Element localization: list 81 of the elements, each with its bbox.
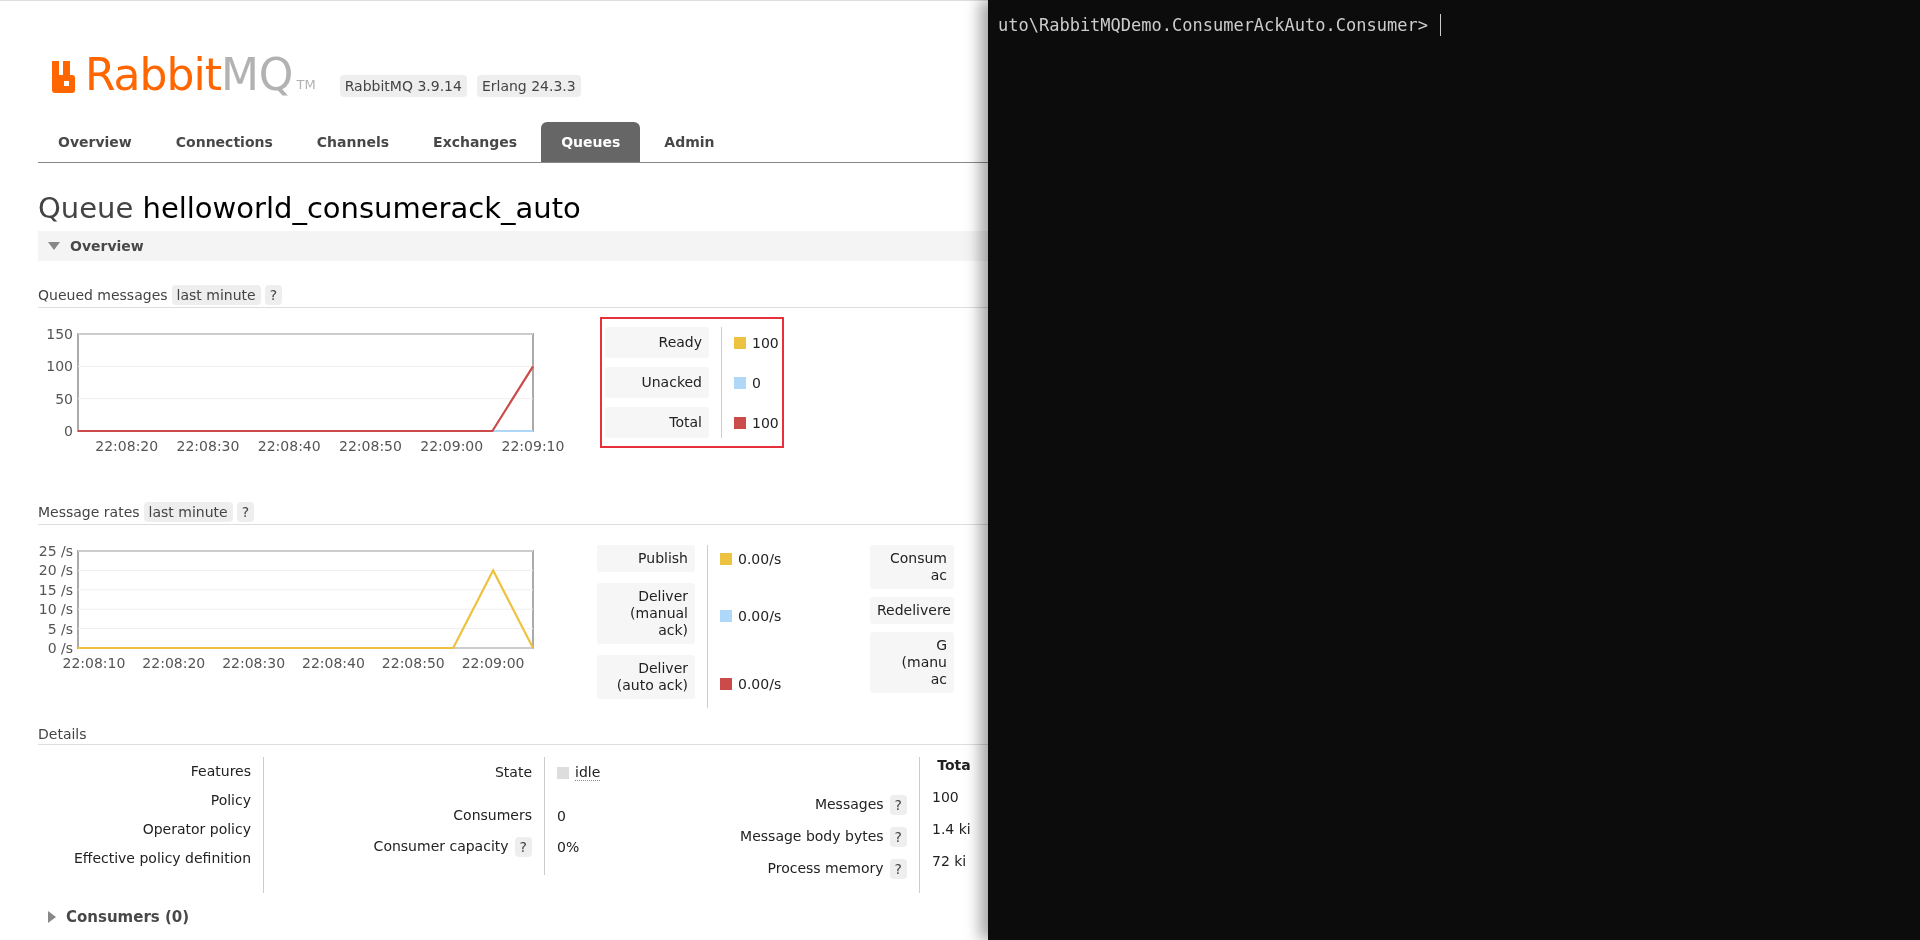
detail-label: Messages	[814, 795, 884, 814]
x-tick-label: 22:08:40	[257, 438, 321, 453]
state-value: idle	[575, 764, 601, 781]
nav-tab[interactable]: Admin	[644, 122, 735, 162]
legend-label: Publish	[597, 545, 695, 572]
range-button[interactable]: last minute	[143, 502, 233, 522]
text-cursor	[1439, 14, 1441, 36]
page-title-kind: Queue	[38, 191, 134, 225]
nav-tab[interactable]: Exchanges	[413, 122, 538, 162]
x-tick-label: 22:08:50	[339, 438, 402, 453]
x-tick-label: 22:08:30	[176, 438, 240, 453]
detail-label: Features	[190, 762, 251, 781]
x-tick-label: 22:08:20	[142, 655, 206, 670]
detail-value: 100	[932, 788, 959, 805]
column-header: Tota	[936, 757, 971, 773]
nav-tab[interactable]: Channels	[296, 122, 410, 162]
x-tick-label: 22:09:10	[501, 438, 565, 453]
x-tick-label: 22:08:50	[381, 655, 445, 670]
help-button[interactable]: ?	[889, 858, 907, 879]
section-toggle[interactable]: Consumers (0)	[48, 908, 190, 926]
legend-value: 0	[752, 374, 761, 391]
rabbitmq-logo: RabbitMQ TM	[52, 53, 316, 97]
legend-value: 0.00/s	[738, 676, 782, 692]
legend-label: Redelivere	[870, 597, 954, 624]
detail-label: Policy	[210, 791, 251, 810]
y-tick-label: 10 /s	[38, 601, 73, 618]
version-badge: RabbitMQ 3.9.14	[339, 75, 467, 97]
x-tick-label: 22:09:00	[420, 438, 484, 453]
legend-value: 0.00/s	[738, 550, 782, 567]
detail-label: State	[494, 763, 532, 782]
legend-value: 100	[752, 414, 779, 431]
y-tick-label: 20 /s	[38, 562, 73, 579]
detail-label: Operator policy	[142, 820, 251, 839]
legend-label: Unacked	[605, 367, 709, 398]
detail-label: Effective policy definition	[73, 849, 251, 868]
nav-tab[interactable]: Queues	[541, 122, 641, 162]
range-button[interactable]: last minute	[171, 285, 261, 305]
help-button[interactable]: ?	[889, 794, 907, 815]
legend-label: Total	[605, 407, 709, 438]
legend-value: 100	[752, 334, 779, 351]
queue-name: helloworld_consumerack_auto	[142, 191, 581, 225]
detail-label: Consumer capacity	[373, 837, 509, 856]
detail-label: Process memory	[767, 859, 884, 878]
detail-label: Message body bytes	[740, 827, 884, 846]
y-tick-label: 0	[64, 423, 73, 439]
x-tick-label: 22:08:40	[302, 655, 365, 670]
version-badge: Erlang 24.3.3	[476, 75, 581, 97]
nav-tab[interactable]: Connections	[155, 122, 293, 162]
y-tick-label: 150	[46, 328, 73, 342]
section-label: Message rates	[38, 504, 140, 520]
state-indicator-icon	[557, 766, 569, 779]
detail-label: Consumers	[453, 806, 532, 825]
x-tick-label: 22:08:30	[222, 655, 286, 670]
legend-value: 0.00/s	[738, 608, 782, 624]
section-label: Queued messages	[38, 287, 168, 303]
detail-value: 0%	[557, 838, 580, 855]
legend-label: Ready	[605, 327, 709, 358]
nav-tab[interactable]: Overview	[38, 122, 152, 162]
detail-value: 0	[557, 807, 566, 824]
legend-label: Deliver (manual ack)	[597, 583, 695, 644]
x-tick-label: 22:09:00	[461, 655, 525, 670]
detail-value: 1.4 ki	[932, 820, 971, 837]
y-tick-label: 50	[55, 390, 73, 407]
help-button[interactable]: ?	[264, 285, 283, 305]
help-button[interactable]: ?	[889, 826, 907, 847]
x-tick-label: 22:08:20	[95, 438, 159, 453]
terminal-prompt: uto\RabbitMQDemo.ConsumerAckAuto.Consumer>	[998, 15, 1428, 35]
help-button[interactable]: ?	[236, 502, 255, 522]
help-button[interactable]: ?	[514, 836, 532, 857]
y-tick-label: 5 /s	[47, 620, 73, 637]
y-tick-label: 25 /s	[38, 545, 73, 559]
section-label: Details	[38, 726, 87, 742]
y-tick-label: 100	[46, 358, 73, 375]
legend-label: Deliver (auto ack)	[597, 655, 695, 699]
x-tick-label: 22:08:10	[62, 655, 126, 670]
y-tick-label: 0 /s	[47, 640, 73, 656]
legend-label: Consum ac	[870, 545, 954, 589]
section-toggle[interactable]: Overview	[38, 231, 988, 261]
legend-label: G (manu ac	[870, 632, 954, 693]
detail-value: 72 ki	[932, 852, 967, 869]
y-tick-label: 15 /s	[38, 581, 73, 598]
